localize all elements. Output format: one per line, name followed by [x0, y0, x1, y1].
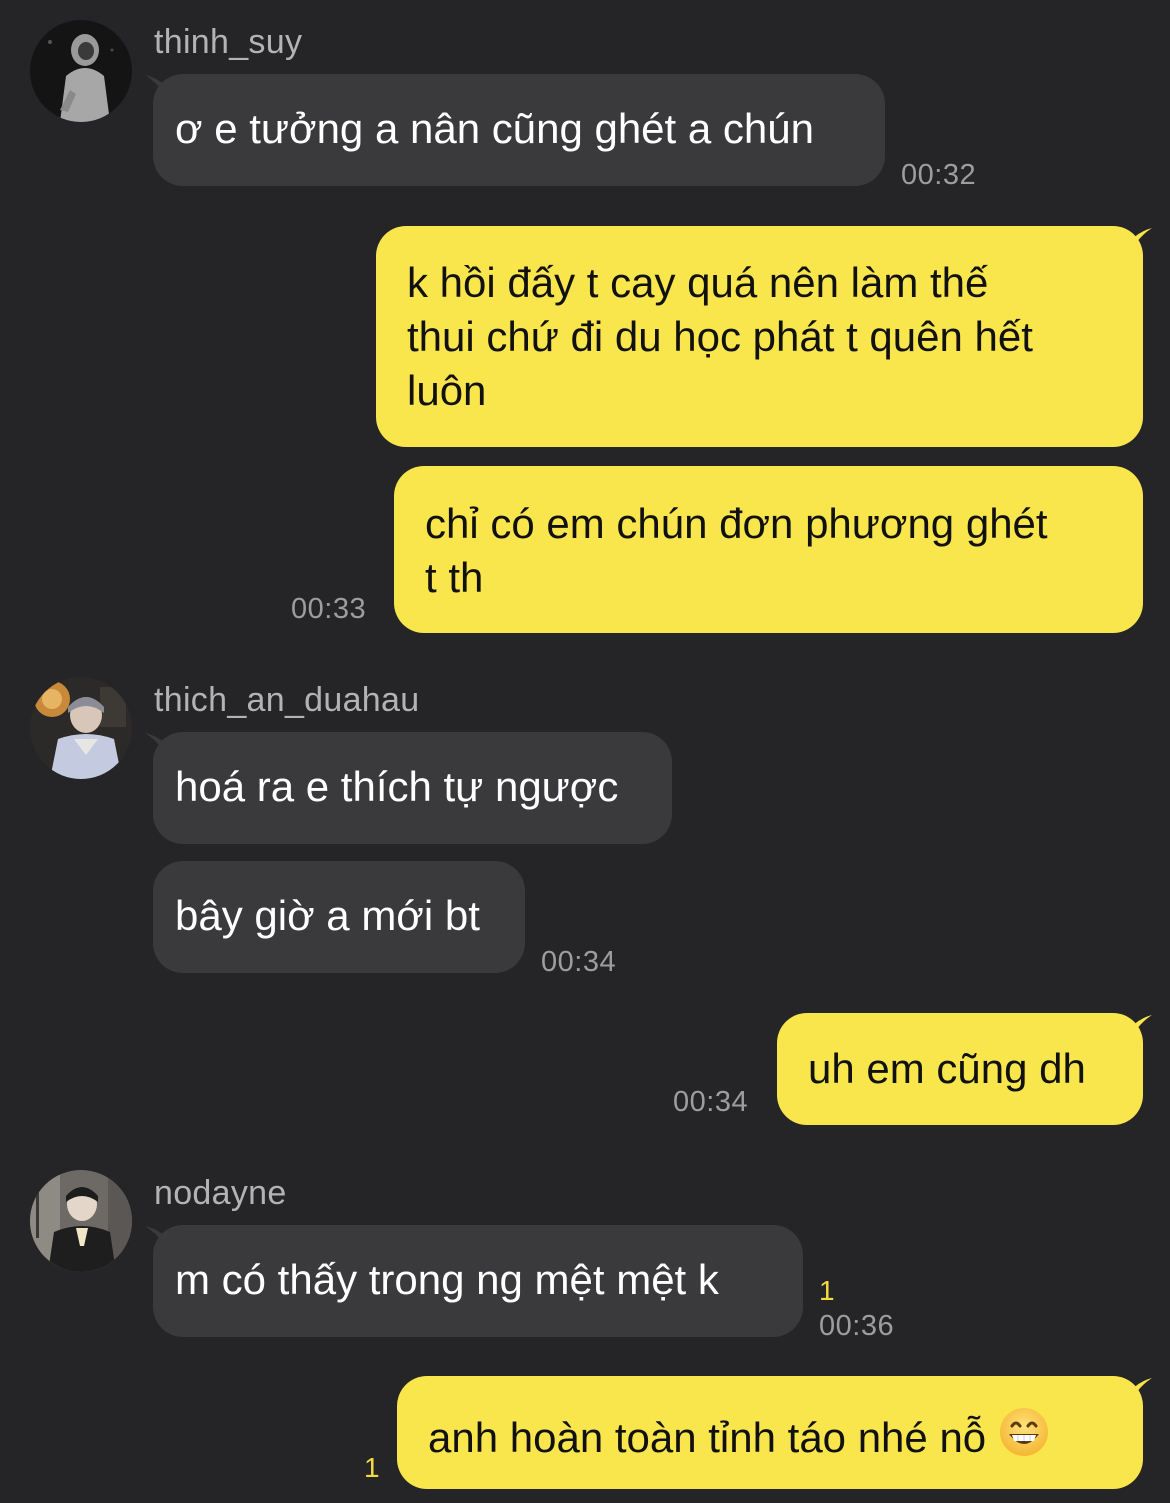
message-timestamp: 00:36 — [819, 1310, 895, 1342]
message-bubble[interactable]: hoá ra e thích tự ngược — [153, 732, 672, 844]
message-text: bây giờ a mới bt — [175, 892, 480, 939]
unread-count: 1 — [364, 1452, 380, 1483]
message-bubble[interactable]: m có thấy trong ng mệt mệt k — [153, 1225, 803, 1337]
message-text: m có thấy trong ng mệt mệt k — [175, 1256, 719, 1303]
message-bubble[interactable]: k hồi đấy t cay quá nên làm thế thui chứ… — [376, 226, 1143, 447]
message-text-line: luôn — [407, 367, 487, 414]
sender-name: nodayne — [154, 1174, 287, 1212]
message-text: ơ e tưởng a nân cũng ghét a chún — [175, 105, 814, 152]
message-text-line: t th — [425, 554, 484, 601]
message-bubble[interactable]: chỉ có em chún đơn phương ghét t th — [394, 466, 1143, 633]
sender-name: thinh_suy — [154, 23, 303, 61]
message-timestamp: 00:33 — [291, 593, 367, 625]
message-bubble[interactable]: anh hoàn toàn tỉnh táo nhé nỗ — [397, 1376, 1143, 1489]
avatar-photo — [30, 1170, 132, 1272]
message-text: uh em cũng dh — [808, 1045, 1086, 1092]
message-text: anh hoàn toàn tỉnh táo nhé nỗ — [428, 1414, 987, 1461]
avatar-nodayne[interactable] — [30, 1170, 132, 1272]
grinning-face-emoji — [999, 1408, 1048, 1456]
message-bubble[interactable]: ơ e tưởng a nân cũng ghét a chún — [153, 74, 885, 186]
avatar-thinh-suy[interactable] — [30, 20, 132, 122]
unread-count: 1 — [819, 1275, 835, 1306]
avatar-thich-an-duahau[interactable] — [30, 677, 132, 779]
avatar-photo — [30, 20, 132, 122]
message-text-line: thui chứ đi du học phát t quên hết — [407, 313, 1033, 360]
message-timestamp: 00:34 — [541, 946, 617, 978]
avatar-photo — [30, 677, 132, 779]
message-timestamp: 00:32 — [901, 159, 977, 191]
message-bubble[interactable]: bây giờ a mới bt — [153, 861, 525, 973]
message-text: hoá ra e thích tự ngược — [175, 763, 619, 810]
message-timestamp: 00:34 — [673, 1086, 749, 1118]
message-text-line: k hồi đấy t cay quá nên làm thế — [407, 259, 989, 306]
message-bubble[interactable]: uh em cũng dh — [777, 1013, 1143, 1125]
message-text-line: chỉ có em chún đơn phương ghét — [425, 500, 1048, 547]
sender-name: thich_an_duahau — [154, 681, 420, 719]
chat-thread[interactable]: thinh_suy ơ e tưởng a nân cũng ghét a ch… — [0, 0, 1170, 1503]
